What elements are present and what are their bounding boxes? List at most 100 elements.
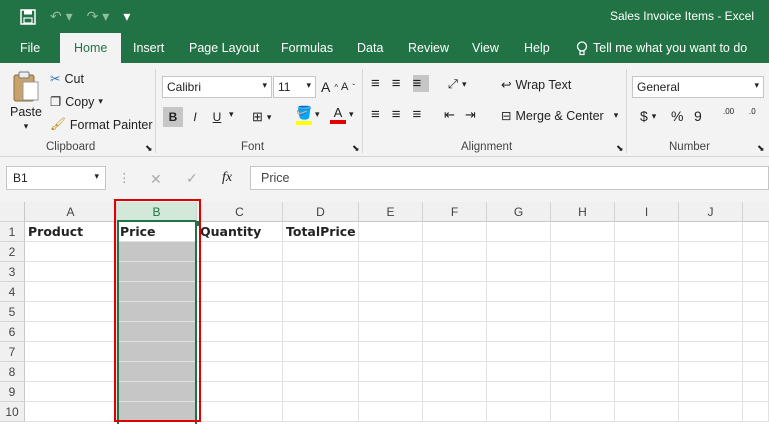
row-header-8[interactable]: 8	[0, 362, 25, 382]
cell-j5[interactable]	[679, 302, 743, 322]
cell-i9[interactable]	[615, 382, 679, 402]
font-size-select[interactable]: 11 ▾	[273, 76, 316, 98]
cell-g3[interactable]	[487, 262, 551, 282]
comma-button[interactable]: 9	[694, 108, 702, 124]
cell-c9[interactable]	[197, 382, 283, 402]
select-all-corner[interactable]	[0, 202, 25, 222]
tab-formulas[interactable]: Formulas	[281, 41, 333, 55]
clipboard-launcher-icon[interactable]: ⬊	[145, 143, 153, 154]
cell-b10[interactable]	[117, 402, 197, 422]
increase-decimal-button[interactable]: .00	[723, 108, 734, 116]
row-header-2[interactable]: 2	[0, 242, 25, 262]
cell-a5[interactable]	[25, 302, 117, 322]
format-painter-button[interactable]: 🖌 Format Painter	[50, 117, 153, 132]
cell-b5[interactable]	[117, 302, 197, 322]
cell-f4[interactable]	[423, 282, 487, 302]
cell-c1[interactable]: Quantity	[197, 222, 283, 242]
column-header-e[interactable]: E	[359, 202, 423, 222]
row-header-1[interactable]: 1	[0, 222, 25, 242]
align-top-icon[interactable]: ≡	[371, 75, 388, 92]
cell-d4[interactable]	[283, 282, 359, 302]
tab-file[interactable]: File	[20, 41, 40, 55]
cell-k6[interactable]	[743, 322, 769, 342]
cancel-icon[interactable]: ✕	[150, 171, 162, 188]
cell-b3[interactable]	[117, 262, 197, 282]
cell-g1[interactable]	[487, 222, 551, 242]
font-color-button[interactable]: A	[330, 105, 346, 124]
font-name-select[interactable]: Calibri ▾	[162, 76, 272, 98]
cell-f8[interactable]	[423, 362, 487, 382]
cell-c2[interactable]	[197, 242, 283, 262]
cell-d6[interactable]	[283, 322, 359, 342]
tell-me-box[interactable]: Tell me what you want to do	[576, 41, 747, 56]
cell-g10[interactable]	[487, 402, 551, 422]
shrink-font-button[interactable]: Aˇ	[341, 81, 355, 93]
cell-j6[interactable]	[679, 322, 743, 342]
customize-qat-icon[interactable]: ▾	[123, 8, 130, 25]
cell-i3[interactable]	[615, 262, 679, 282]
cell-i2[interactable]	[615, 242, 679, 262]
cell-f1[interactable]	[423, 222, 487, 242]
cell-b4[interactable]	[117, 282, 197, 302]
horizontal-align-buttons[interactable]: ≡ ≡ ≡	[371, 106, 429, 123]
row-header-9[interactable]: 9	[0, 382, 25, 402]
column-header-c[interactable]: C	[197, 202, 283, 222]
decrease-decimal-button[interactable]: .0	[749, 108, 756, 116]
number-format-select[interactable]: General ▾	[632, 76, 764, 98]
cell-a6[interactable]	[25, 322, 117, 342]
column-header-j[interactable]: J	[679, 202, 743, 222]
vertical-align-buttons[interactable]: ≡ ≡ ≡	[371, 75, 430, 92]
cell-e3[interactable]	[359, 262, 423, 282]
cell-e7[interactable]	[359, 342, 423, 362]
cell-g7[interactable]	[487, 342, 551, 362]
redo-icon[interactable]: ↷ ▾	[87, 8, 110, 25]
cell-g2[interactable]	[487, 242, 551, 262]
cell-k4[interactable]	[743, 282, 769, 302]
cell-b7[interactable]	[117, 342, 197, 362]
wrap-text-button[interactable]: ↩ Wrap Text	[501, 77, 571, 93]
cell-i5[interactable]	[615, 302, 679, 322]
cell-f6[interactable]	[423, 322, 487, 342]
cell-e10[interactable]	[359, 402, 423, 422]
cell-c5[interactable]	[197, 302, 283, 322]
increase-indent-icon[interactable]: ⇥	[465, 107, 482, 123]
cell-d1[interactable]: TotalPrice	[283, 222, 359, 242]
cell-j1[interactable]	[679, 222, 743, 242]
cell-d5[interactable]	[283, 302, 359, 322]
cell-j9[interactable]	[679, 382, 743, 402]
name-box[interactable]: B1 ▾	[6, 166, 106, 190]
column-header-d[interactable]: D	[283, 202, 359, 222]
cell-f7[interactable]	[423, 342, 487, 362]
underline-button[interactable]: U	[207, 107, 227, 127]
cell-k9[interactable]	[743, 382, 769, 402]
row-header-6[interactable]: 6	[0, 322, 25, 342]
cell-j4[interactable]	[679, 282, 743, 302]
italic-button[interactable]: I	[185, 107, 205, 127]
cell-a4[interactable]	[25, 282, 117, 302]
font-launcher-icon[interactable]: ⬊	[352, 143, 360, 154]
cell-d10[interactable]	[283, 402, 359, 422]
cell-d8[interactable]	[283, 362, 359, 382]
row-header-4[interactable]: 4	[0, 282, 25, 302]
tab-page-layout[interactable]: Page Layout	[189, 41, 259, 55]
cell-h1[interactable]	[551, 222, 615, 242]
cell-a10[interactable]	[25, 402, 117, 422]
cell-e4[interactable]	[359, 282, 423, 302]
cell-d2[interactable]	[283, 242, 359, 262]
cell-f10[interactable]	[423, 402, 487, 422]
cell-f2[interactable]	[423, 242, 487, 262]
cell-h9[interactable]	[551, 382, 615, 402]
cell-d9[interactable]	[283, 382, 359, 402]
row-header-3[interactable]: 3	[0, 262, 25, 282]
cell-b6[interactable]	[117, 322, 197, 342]
bold-button[interactable]: B	[163, 107, 183, 127]
grow-font-button[interactable]: A ^	[321, 79, 338, 95]
align-bottom-icon[interactable]: ≡	[412, 75, 430, 92]
cell-e9[interactable]	[359, 382, 423, 402]
fill-color-button[interactable]: 🪣	[296, 105, 312, 125]
row-header-5[interactable]: 5	[0, 302, 25, 322]
column-header-b[interactable]: B	[117, 202, 197, 222]
column-header-k[interactable]	[743, 202, 769, 222]
cell-a1[interactable]: Product	[25, 222, 117, 242]
cell-i8[interactable]	[615, 362, 679, 382]
